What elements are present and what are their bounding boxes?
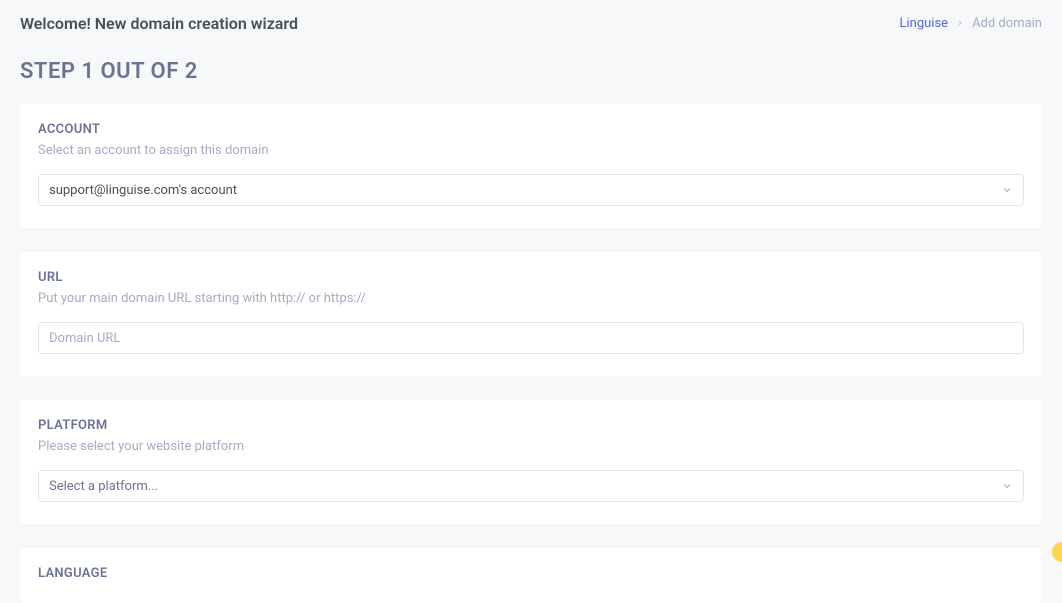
url-input[interactable] [38, 322, 1024, 354]
breadcrumb-current: Add domain [972, 16, 1042, 31]
url-label: URL [38, 270, 1024, 285]
language-card: LANGUAGE [20, 548, 1042, 603]
breadcrumb: Linguise Add domain [899, 16, 1042, 31]
platform-select[interactable]: Select a platform... [38, 470, 1024, 502]
platform-label: PLATFORM [38, 418, 1024, 433]
platform-card: PLATFORM Please select your website plat… [20, 400, 1042, 524]
chevron-down-icon [1001, 181, 1013, 200]
url-sublabel: Put your main domain URL starting with h… [38, 291, 1024, 306]
account-label: ACCOUNT [38, 122, 1024, 137]
account-card: ACCOUNT Select an account to assign this… [20, 104, 1042, 228]
language-label: LANGUAGE [38, 566, 1024, 581]
breadcrumb-link-linguise[interactable]: Linguise [899, 16, 948, 31]
chevron-right-icon [956, 16, 964, 31]
platform-select-placeholder: Select a platform... [49, 479, 1001, 494]
account-select-value: support@linguise.com's account [49, 183, 1001, 198]
page-title: Welcome! New domain creation wizard [20, 14, 298, 33]
chevron-down-icon [1001, 477, 1013, 496]
step-title: STEP 1 OUT OF 2 [0, 41, 1062, 104]
platform-sublabel: Please select your website platform [38, 439, 1024, 454]
url-card: URL Put your main domain URL starting wi… [20, 252, 1042, 376]
help-badge-icon[interactable] [1052, 542, 1062, 562]
account-select[interactable]: support@linguise.com's account [38, 174, 1024, 206]
page-header: Welcome! New domain creation wizard Ling… [0, 0, 1062, 41]
account-sublabel: Select an account to assign this domain [38, 143, 1024, 158]
